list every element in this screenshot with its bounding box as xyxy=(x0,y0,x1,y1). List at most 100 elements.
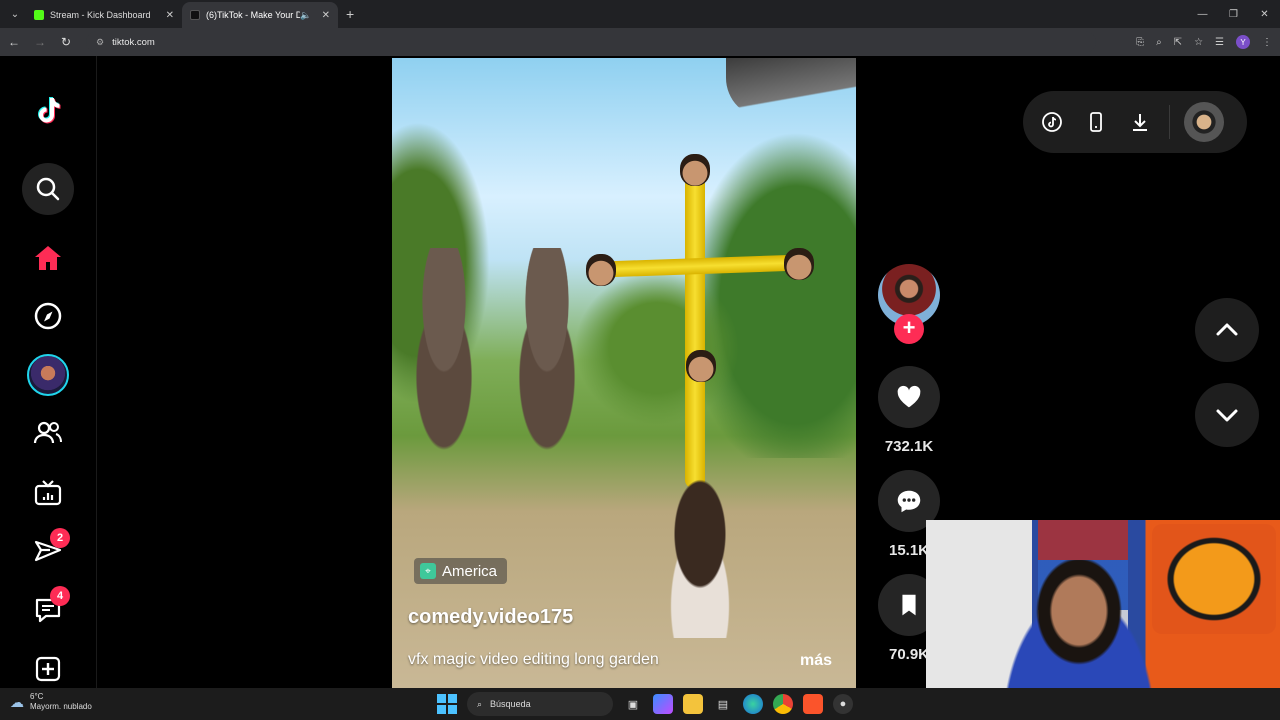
tab-close-icon[interactable]: ✕ xyxy=(322,10,330,21)
messages-nav[interactable]: 2 xyxy=(22,526,74,578)
window-controls: — ❐ ✕ xyxy=(1187,0,1280,28)
edge-icon[interactable] xyxy=(743,694,763,714)
search-icon: ⌕ xyxy=(477,698,483,709)
browser-tab-bar: ⌄ Stream - Kick Dashboard ✕ (6)TikTok - … xyxy=(0,0,1280,28)
comment-icon xyxy=(897,490,921,513)
more-button[interactable]: más xyxy=(800,652,832,670)
tab-kick-dashboard[interactable]: Stream - Kick Dashboard ✕ xyxy=(26,2,182,28)
live-creator-avatar[interactable] xyxy=(22,349,74,401)
tab-tiktok[interactable]: (6)TikTok - Make Your Day 🔈 ✕ xyxy=(182,2,338,28)
video-description: vfx magic video editing long garden xyxy=(408,651,659,668)
brave-icon[interactable] xyxy=(803,694,823,714)
notification-badge: 4 xyxy=(50,586,70,606)
location-pin-icon: ⌖ xyxy=(420,563,436,579)
scene-tree xyxy=(572,268,742,428)
zoom-icon[interactable]: ⌕ xyxy=(1156,37,1162,48)
file-explorer-icon[interactable] xyxy=(683,694,703,714)
video-player[interactable]: ⌖ America comedy.video175 vfx magic vide… xyxy=(392,58,856,688)
previous-video-button[interactable] xyxy=(1195,298,1259,362)
follow-button[interactable]: + xyxy=(894,314,924,344)
close-window-icon[interactable]: ✕ xyxy=(1249,0,1280,28)
location-tag[interactable]: ⌖ America xyxy=(414,558,508,584)
new-tab-button[interactable]: + xyxy=(346,6,354,22)
bookmark-icon xyxy=(902,594,916,616)
taskbar-apps: ⌕ Búsqueda ▣ ▤ ● xyxy=(437,690,853,718)
obs-icon[interactable]: ● xyxy=(833,694,853,714)
chevron-down-icon xyxy=(1216,409,1238,422)
profile-avatar[interactable]: Y xyxy=(1236,35,1250,49)
weather-widget[interactable]: ☁ 6°C Mayorm. nublado xyxy=(10,692,92,712)
inbox-nav[interactable]: 4 xyxy=(22,584,74,636)
tab-close-icon[interactable]: ✕ xyxy=(166,10,174,21)
address-bar[interactable]: ⚙ tiktok.com xyxy=(86,31,1096,53)
phone-icon[interactable] xyxy=(1085,111,1107,133)
restore-icon[interactable]: ❐ xyxy=(1218,0,1249,28)
sidebar: 2 4 xyxy=(0,56,97,688)
scene-cross xyxy=(685,168,705,488)
compass-icon xyxy=(34,302,62,330)
forward-icon[interactable]: → xyxy=(28,35,52,49)
toolbar-actions: ⎘ ⌕ ⇱ ☆ ☰ Y ⋮ xyxy=(1136,28,1272,56)
store-icon[interactable]: ▤ xyxy=(713,694,733,714)
tiktok-logo-icon[interactable] xyxy=(22,84,74,136)
chevron-up-icon xyxy=(1216,323,1238,336)
search-icon xyxy=(36,177,60,201)
home-nav[interactable] xyxy=(22,232,74,284)
scene-dinosaur xyxy=(394,248,494,463)
video-username[interactable]: comedy.video175 xyxy=(408,606,573,629)
taskbar-search[interactable]: ⌕ Búsqueda xyxy=(467,692,613,716)
scene-face xyxy=(680,154,710,186)
site-info-icon[interactable]: ⚙ xyxy=(96,37,104,48)
scene-dinosaur xyxy=(497,248,597,463)
search-button[interactable] xyxy=(22,163,74,215)
tiktok-coin-icon[interactable] xyxy=(1041,111,1063,133)
browser-toolbar: ← → ↻ ⚙ tiktok.com ⎘ ⌕ ⇱ ☆ ☰ Y ⋮ xyxy=(0,28,1280,56)
download-icon[interactable] xyxy=(1129,111,1151,133)
tab-search-button[interactable]: ⌄ xyxy=(4,4,26,24)
scene-face xyxy=(686,350,716,382)
people-icon xyxy=(33,421,62,444)
live-nav[interactable] xyxy=(22,467,74,519)
minimize-icon[interactable]: — xyxy=(1187,0,1218,28)
scene-person xyxy=(650,478,750,638)
copilot-icon[interactable] xyxy=(653,694,673,714)
reload-icon[interactable]: ↻ xyxy=(54,35,78,49)
scene-aircraft xyxy=(726,58,856,118)
location-label: America xyxy=(442,562,498,580)
avatar xyxy=(27,354,69,396)
windows-start-icon[interactable] xyxy=(437,694,457,714)
scene-face xyxy=(784,248,814,280)
speaker-icon[interactable]: 🔈 xyxy=(300,10,311,21)
home-icon xyxy=(35,246,61,270)
scene-face xyxy=(586,254,616,286)
chrome-icon[interactable] xyxy=(773,694,793,714)
next-video-button[interactable] xyxy=(1195,383,1259,447)
reading-list-icon[interactable]: ☰ xyxy=(1215,37,1224,48)
temperature: 6°C xyxy=(30,692,44,701)
tab-title: Stream - Kick Dashboard xyxy=(50,10,151,20)
notification-badge: 2 xyxy=(50,528,70,548)
bookmark-star-icon[interactable]: ☆ xyxy=(1194,37,1203,48)
translate-icon[interactable]: ⎘ xyxy=(1136,37,1144,48)
plus-square-icon xyxy=(35,656,61,682)
task-view-icon[interactable]: ▣ xyxy=(623,694,643,714)
heart-icon xyxy=(897,385,921,408)
os-taskbar: ☁ 6°C Mayorm. nublado ⌕ Búsqueda ▣ ▤ ● xyxy=(0,688,1280,720)
following-nav[interactable] xyxy=(22,407,74,459)
back-icon[interactable]: ← xyxy=(2,35,26,49)
like-count: 732.1K xyxy=(884,438,934,455)
cloud-icon: ☁ xyxy=(10,694,24,710)
tiktok-favicon-icon xyxy=(190,10,200,20)
divider xyxy=(1169,105,1170,139)
explore-nav[interactable] xyxy=(22,290,74,342)
tab-title: (6)TikTok - Make Your Day xyxy=(206,10,301,20)
kick-favicon-icon xyxy=(34,10,44,20)
user-avatar[interactable] xyxy=(1184,102,1224,142)
tv-icon xyxy=(34,480,62,506)
menu-icon[interactable]: ⋮ xyxy=(1262,37,1272,48)
top-actions-pill xyxy=(1023,91,1247,153)
weather-description: Mayorm. nublado xyxy=(30,702,92,711)
like-button[interactable] xyxy=(878,366,940,428)
taskbar-search-label: Búsqueda xyxy=(490,699,531,709)
install-icon[interactable]: ⇱ xyxy=(1174,37,1182,48)
